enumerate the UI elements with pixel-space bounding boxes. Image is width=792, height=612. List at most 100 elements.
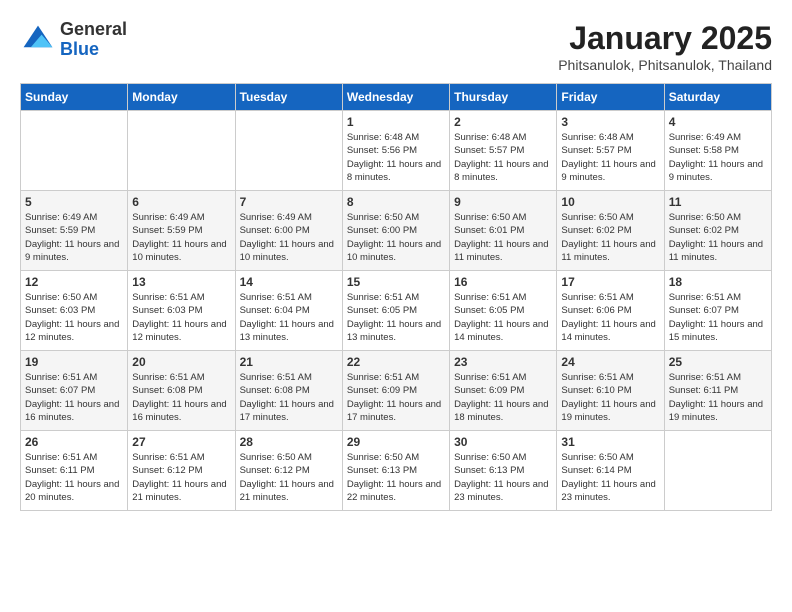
calendar-cell: 27 Sunrise: 6:51 AMSunset: 6:12 PMDayligh… [128,431,235,511]
day-number: 23 [454,355,552,369]
weekday-sunday: Sunday [21,84,128,111]
calendar-cell: 5 Sunrise: 6:49 AMSunset: 5:59 PMDaylight… [21,191,128,271]
weekday-wednesday: Wednesday [342,84,449,111]
day-number: 7 [240,195,338,209]
day-detail: Sunrise: 6:51 AMSunset: 6:05 PMDaylight:… [454,291,552,344]
calendar-cell: 24 Sunrise: 6:51 AMSunset: 6:10 PMDayligh… [557,351,664,431]
calendar-cell: 14 Sunrise: 6:51 AMSunset: 6:04 PMDayligh… [235,271,342,351]
day-detail: Sunrise: 6:50 AMSunset: 6:00 PMDaylight:… [347,211,445,264]
calendar-cell [21,111,128,191]
day-number: 4 [669,115,767,129]
calendar-cell [128,111,235,191]
day-number: 31 [561,435,659,449]
calendar-cell: 11 Sunrise: 6:50 AMSunset: 6:02 PMDayligh… [664,191,771,271]
day-number: 8 [347,195,445,209]
week-row-3: 12 Sunrise: 6:50 AMSunset: 6:03 PMDayligh… [21,271,772,351]
day-number: 24 [561,355,659,369]
day-number: 28 [240,435,338,449]
calendar-cell: 29Sunrise: 6:50 AMSunset: 6:13 PMDayligh… [342,431,449,511]
day-number: 26 [25,435,123,449]
day-detail: Sunrise: 6:50 AMSunset: 6:02 PMDaylight:… [561,211,659,264]
calendar-cell: 23 Sunrise: 6:51 AMSunset: 6:09 PMDayligh… [450,351,557,431]
day-number: 3 [561,115,659,129]
calendar-cell: 28 Sunrise: 6:50 AMSunset: 6:12 PMDayligh… [235,431,342,511]
calendar-cell: 2Sunrise: 6:48 AMSunset: 5:57 PMDaylight… [450,111,557,191]
day-number: 22 [347,355,445,369]
weekday-header-row: SundayMondayTuesdayWednesdayThursdayFrid… [21,84,772,111]
calendar-cell: 8 Sunrise: 6:50 AMSunset: 6:00 PMDaylight… [342,191,449,271]
day-detail: Sunrise: 6:50 AMSunset: 6:14 PMDaylight:… [561,451,659,504]
day-detail: Sunrise: 6:51 AMSunset: 6:12 PMDaylight:… [132,451,230,504]
week-row-5: 26 Sunrise: 6:51 AMSunset: 6:11 PMDayligh… [21,431,772,511]
logo: General Blue [20,20,127,60]
day-number: 16 [454,275,552,289]
day-number: 11 [669,195,767,209]
day-number: 6 [132,195,230,209]
day-detail: Sunrise: 6:51 AMSunset: 6:08 PMDaylight:… [132,371,230,424]
calendar-cell: 3 Sunrise: 6:48 AMSunset: 5:57 PMDaylight… [557,111,664,191]
day-detail: Sunrise: 6:50 AMSunset: 6:13 PMDaylight:… [347,451,445,504]
day-detail: Sunrise: 6:50 AMSunset: 6:02 PMDaylight:… [669,211,767,264]
calendar-cell: 19Sunrise: 6:51 AMSunset: 6:07 PMDayligh… [21,351,128,431]
day-number: 10 [561,195,659,209]
calendar-cell: 9 Sunrise: 6:50 AMSunset: 6:01 PMDaylight… [450,191,557,271]
day-detail: Sunrise: 6:51 AMSunset: 6:03 PMDaylight:… [132,291,230,344]
day-number: 5 [25,195,123,209]
calendar-cell: 21Sunrise: 6:51 AMSunset: 6:08 PMDayligh… [235,351,342,431]
day-detail: Sunrise: 6:51 AMSunset: 6:09 PMDaylight:… [454,371,552,424]
day-number: 14 [240,275,338,289]
day-detail: Sunrise: 6:51 AMSunset: 6:07 PMDaylight:… [669,291,767,344]
day-detail: Sunrise: 6:48 AMSunset: 5:57 PMDaylight:… [561,131,659,184]
day-detail: Sunrise: 6:49 AMSunset: 5:59 PMDaylight:… [25,211,123,264]
calendar-cell [235,111,342,191]
calendar-cell: 30 Sunrise: 6:50 AMSunset: 6:13 PMDayligh… [450,431,557,511]
weekday-friday: Friday [557,84,664,111]
day-number: 12 [25,275,123,289]
day-number: 9 [454,195,552,209]
calendar-cell: 20 Sunrise: 6:51 AMSunset: 6:08 PMDayligh… [128,351,235,431]
calendar-title: January 2025 [558,20,772,57]
day-detail: Sunrise: 6:50 AMSunset: 6:01 PMDaylight:… [454,211,552,264]
calendar-cell: 13 Sunrise: 6:51 AMSunset: 6:03 PMDayligh… [128,271,235,351]
calendar-cell: 26 Sunrise: 6:51 AMSunset: 6:11 PMDayligh… [21,431,128,511]
page-header: General Blue January 2025 Phitsanulok, P… [20,20,772,73]
calendar-cell: 4 Sunrise: 6:49 AMSunset: 5:58 PMDaylight… [664,111,771,191]
logo-icon [20,22,56,58]
day-detail: Sunrise: 6:50 AMSunset: 6:13 PMDaylight:… [454,451,552,504]
calendar-cell: 15Sunrise: 6:51 AMSunset: 6:05 PMDayligh… [342,271,449,351]
calendar-cell: 10 Sunrise: 6:50 AMSunset: 6:02 PMDayligh… [557,191,664,271]
day-number: 13 [132,275,230,289]
day-detail: Sunrise: 6:49 AMSunset: 5:59 PMDaylight:… [132,211,230,264]
day-detail: Sunrise: 6:48 AMSunset: 5:56 PMDaylight:… [347,131,445,184]
calendar-cell: 17Sunrise: 6:51 AMSunset: 6:06 PMDayligh… [557,271,664,351]
day-detail: Sunrise: 6:51 AMSunset: 6:11 PMDaylight:… [25,451,123,504]
calendar-cell: 25Sunrise: 6:51 AMSunset: 6:11 PMDayligh… [664,351,771,431]
calendar-cell [664,431,771,511]
calendar-table: SundayMondayTuesdayWednesdayThursdayFrid… [20,83,772,511]
weekday-saturday: Saturday [664,84,771,111]
calendar-cell: 6 Sunrise: 6:49 AMSunset: 5:59 PMDaylight… [128,191,235,271]
weekday-thursday: Thursday [450,84,557,111]
calendar-cell: 18Sunrise: 6:51 AMSunset: 6:07 PMDayligh… [664,271,771,351]
day-detail: Sunrise: 6:51 AMSunset: 6:09 PMDaylight:… [347,371,445,424]
weekday-tuesday: Tuesday [235,84,342,111]
calendar-cell: 7Sunrise: 6:49 AMSunset: 6:00 PMDaylight… [235,191,342,271]
day-detail: Sunrise: 6:50 AMSunset: 6:03 PMDaylight:… [25,291,123,344]
day-number: 20 [132,355,230,369]
day-number: 21 [240,355,338,369]
day-detail: Sunrise: 6:51 AMSunset: 6:10 PMDaylight:… [561,371,659,424]
day-number: 2 [454,115,552,129]
calendar-cell: 22 Sunrise: 6:51 AMSunset: 6:09 PMDayligh… [342,351,449,431]
day-number: 30 [454,435,552,449]
calendar-cell: 16 Sunrise: 6:51 AMSunset: 6:05 PMDayligh… [450,271,557,351]
title-block: January 2025 Phitsanulok, Phitsanulok, T… [558,20,772,73]
day-detail: Sunrise: 6:51 AMSunset: 6:04 PMDaylight:… [240,291,338,344]
day-detail: Sunrise: 6:50 AMSunset: 6:12 PMDaylight:… [240,451,338,504]
calendar-cell: 31 Sunrise: 6:50 AMSunset: 6:14 PMDayligh… [557,431,664,511]
day-detail: Sunrise: 6:49 AMSunset: 5:58 PMDaylight:… [669,131,767,184]
week-row-1: 1 Sunrise: 6:48 AMSunset: 5:56 PMDaylight… [21,111,772,191]
day-number: 27 [132,435,230,449]
day-number: 1 [347,115,445,129]
day-detail: Sunrise: 6:51 AMSunset: 6:05 PMDaylight:… [347,291,445,344]
weekday-monday: Monday [128,84,235,111]
